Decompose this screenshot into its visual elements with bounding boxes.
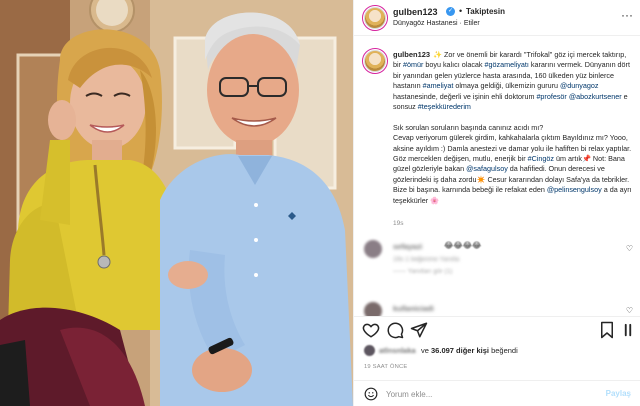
post-photo[interactable] — [0, 0, 353, 406]
mention-abozkurtsener[interactable]: @abozkurtsener — [569, 92, 622, 101]
post-location[interactable]: Dünyagöz Hastanesi · Etiler — [393, 20, 480, 27]
separator-dot: • — [459, 6, 463, 16]
caption-author-avatar[interactable] — [362, 48, 388, 74]
like-heart-icon[interactable] — [362, 321, 380, 339]
view-replies-button[interactable]: —— Yanıtları gör (1) — [393, 268, 452, 275]
add-comment-bar: Paylaş — [354, 380, 640, 406]
post-sidebar: gulben123 ✓ • Takiptesin Dünyagöz Hastan… — [353, 0, 640, 406]
author-username[interactable]: gulben123 — [393, 7, 438, 17]
verified-badge-icon: ✓ — [446, 7, 455, 16]
hashtag-tesekkurederim[interactable]: #teşekkürederim — [418, 102, 471, 111]
more-options-icon[interactable]: ··· — [621, 8, 633, 22]
post-header: gulben123 ✓ • Takiptesin Dünyagöz Hastan… — [354, 0, 640, 36]
emoji-smiley-icon[interactable] — [364, 387, 378, 401]
more-vertical-icon[interactable] — [619, 321, 637, 339]
hashtag-profesor[interactable]: #profesör — [536, 92, 566, 101]
comment-text: 😂😂😂😂 — [444, 241, 482, 250]
caption-timestamp: 19s — [393, 220, 404, 227]
likes-connector: ve — [421, 346, 429, 355]
commenter-username[interactable]: sefayazi — [393, 242, 422, 251]
likes-count[interactable]: 36.097 diğer kişi — [431, 346, 489, 355]
caption-text-part: boyu kalıcı olacak — [423, 60, 485, 70]
liker-username[interactable]: atlnsnlaka — [379, 346, 416, 355]
commenter-username[interactable]: kullaniciadi — [393, 304, 434, 313]
comment-item: sefayazi 😂😂😂😂 19s 1 beğenme Yanıtla —— Y… — [354, 236, 640, 276]
caption-text-part: olmaya geldiği, ülkemizin gururu — [453, 81, 561, 91]
mention-safagulsoy[interactable]: @safagulsoy — [466, 164, 508, 173]
author-avatar[interactable] — [362, 5, 388, 31]
pin-icon: 📌 — [581, 154, 591, 164]
caption-text-part: üm artık — [554, 154, 582, 164]
hashtag-omur[interactable]: #ömür — [403, 60, 423, 69]
comment-meta: 19s 1 beğenme Yanıtla — [393, 256, 460, 263]
comment-bubble-icon[interactable] — [386, 321, 404, 339]
caption-text-part: hastanesinde, değerli ve işinin ehli dok… — [393, 91, 537, 101]
post-caption: gulben123 ✨ Zor ve önemli bir karardı "Tr… — [354, 44, 640, 232]
post-image — [0, 0, 353, 406]
caption-username[interactable]: gulben123 — [393, 50, 430, 59]
hashtag-gozameliyati[interactable]: #gözameliyatı — [485, 60, 529, 69]
likes-suffix: beğendi — [491, 346, 518, 355]
likes-summary[interactable]: atlnsnlaka ve 36.097 diğer kişi beğendi — [364, 345, 634, 359]
share-paper-plane-icon[interactable] — [410, 321, 428, 339]
commenter-avatar[interactable] — [364, 240, 382, 258]
comment-item: kullaniciadi ♡ — [354, 298, 640, 316]
likes-text: ve 36.097 diğer kişi beğendi — [421, 346, 518, 355]
save-bookmark-icon[interactable] — [598, 321, 616, 339]
comment-like-heart-icon[interactable]: ♡ — [626, 244, 633, 253]
following-button[interactable]: Takiptesin — [466, 7, 505, 16]
post-action-bar — [354, 316, 640, 342]
caption-text: gulben123 ✨ Zor ve önemli bir karardı "Tr… — [393, 50, 633, 206]
hashtag-ameliyat[interactable]: #ameliyat — [423, 81, 454, 90]
mention-dunyagoz[interactable]: @dunyagoz — [560, 81, 598, 90]
comment-input[interactable] — [386, 387, 586, 401]
hashtag-cingoz[interactable]: #Cingöz — [528, 154, 554, 163]
commenter-avatar[interactable] — [364, 302, 382, 316]
mention-pelinsengulsoy[interactable]: @pelinsengulsoy — [547, 185, 602, 194]
post-time-ago: 19 SAAT ÖNCE — [364, 364, 408, 370]
liker-avatar[interactable] — [364, 345, 375, 356]
flower-icon: 🌸 — [430, 195, 440, 205]
share-comment-button[interactable]: Paylaş — [606, 389, 631, 398]
comment-like-heart-icon[interactable]: ♡ — [626, 306, 633, 315]
